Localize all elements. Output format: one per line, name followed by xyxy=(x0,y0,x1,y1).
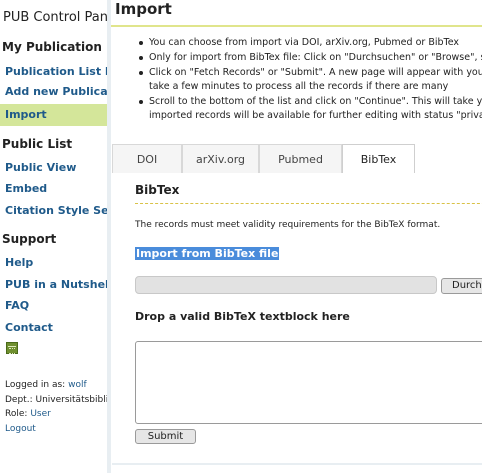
sidebar-item-public-view[interactable]: Public View xyxy=(0,157,107,179)
tab-pubmed[interactable]: Pubmed xyxy=(259,144,342,173)
instructions-list: You can choose from import via DOI, arXi… xyxy=(139,36,482,124)
instruction-line: take a few minutes to process all the re… xyxy=(149,81,449,92)
sidebar-heading-my-publication-list: My Publication List xyxy=(2,40,107,54)
main-panel: Import You can choose from import via DO… xyxy=(107,0,482,473)
sidebar-item-pub-in-a-nutshell[interactable]: PUB in a Nutshell xyxy=(0,274,107,296)
sidebar-item-contact[interactable]: Contact xyxy=(0,317,107,339)
sidebar-item-embed[interactable]: Embed xyxy=(0,178,107,200)
sidebar-item-faq[interactable]: FAQ xyxy=(0,295,107,317)
user-info-logged-in: Logged in as: wolf xyxy=(5,380,87,390)
dashed-divider xyxy=(135,203,482,204)
instruction-line: Only for import from BibTex file: Click … xyxy=(149,52,482,63)
instruction-item: Click on "Fetch Records" or "Submit". A … xyxy=(139,66,482,94)
sidebar-item-citation-style-settings[interactable]: Citation Style Settings xyxy=(0,200,107,222)
dept-label: Dept.: xyxy=(5,395,33,405)
drop-textblock-heading: Drop a valid BibTeX textblock here xyxy=(135,310,350,323)
submit-button[interactable]: Submit xyxy=(135,429,196,444)
logged-in-user[interactable]: wolf xyxy=(68,380,87,390)
sidebar-item-import[interactable]: Import xyxy=(0,104,107,126)
instruction-line: imported records will be available for f… xyxy=(149,110,482,121)
role-label: Role: xyxy=(5,409,28,419)
browse-button[interactable]: Durchsuchen... xyxy=(441,278,482,294)
sidebar-heading-public-list: Public List xyxy=(2,137,73,151)
calendar-icon[interactable] xyxy=(6,342,18,354)
bibtex-panel: BibTex The records must meet validity re… xyxy=(112,173,482,473)
instruction-line: You can choose from import via DOI, arXi… xyxy=(149,37,459,48)
page-title: Import xyxy=(115,0,172,18)
title-rule xyxy=(111,25,482,27)
bibtex-file-input[interactable] xyxy=(135,276,437,294)
tab-bibtex[interactable]: BibTex xyxy=(342,144,415,174)
sidebar-item-publication-list-management[interactable]: Publication List Management xyxy=(0,61,107,83)
user-info-role: Role: User xyxy=(5,409,51,419)
sidebar: PUB Control Panel My Publication List Pu… xyxy=(0,0,107,473)
tab-doi[interactable]: DOI xyxy=(112,144,182,173)
user-info-dept: Dept.: Universitätsbibliothek xyxy=(5,395,107,405)
instruction-line: Scroll to the bottom of the list and cli… xyxy=(149,96,482,107)
import-tabs: DOI arXiv.org Pubmed BibTex xyxy=(112,140,482,174)
logout-link[interactable]: Logout xyxy=(5,424,36,434)
requirement-text: The records must meet validity requireme… xyxy=(135,220,441,230)
role-value[interactable]: User xyxy=(30,409,51,419)
logged-in-label: Logged in as: xyxy=(5,380,66,390)
sidebar-item-help[interactable]: Help xyxy=(0,252,107,274)
dept-value: Universitätsbibliothek xyxy=(35,395,107,405)
tab-arxiv[interactable]: arXiv.org xyxy=(182,144,259,173)
instruction-item: Only for import from BibTex file: Click … xyxy=(139,51,482,65)
panel-title: BibTex xyxy=(135,183,180,197)
panel-bottom-border xyxy=(112,463,482,465)
instruction-item: You can choose from import via DOI, arXi… xyxy=(139,36,482,50)
import-from-file-heading: Import from BibTex file xyxy=(135,247,280,260)
sidebar-item-add-new-publication[interactable]: Add new Publication xyxy=(0,81,107,103)
bibtex-textblock[interactable] xyxy=(135,341,482,424)
sidebar-heading-support: Support xyxy=(2,232,57,246)
app-title: PUB Control Panel xyxy=(3,10,107,25)
instruction-line: Click on "Fetch Records" or "Submit". A … xyxy=(149,67,482,78)
instruction-item: Scroll to the bottom of the list and cli… xyxy=(139,95,482,123)
